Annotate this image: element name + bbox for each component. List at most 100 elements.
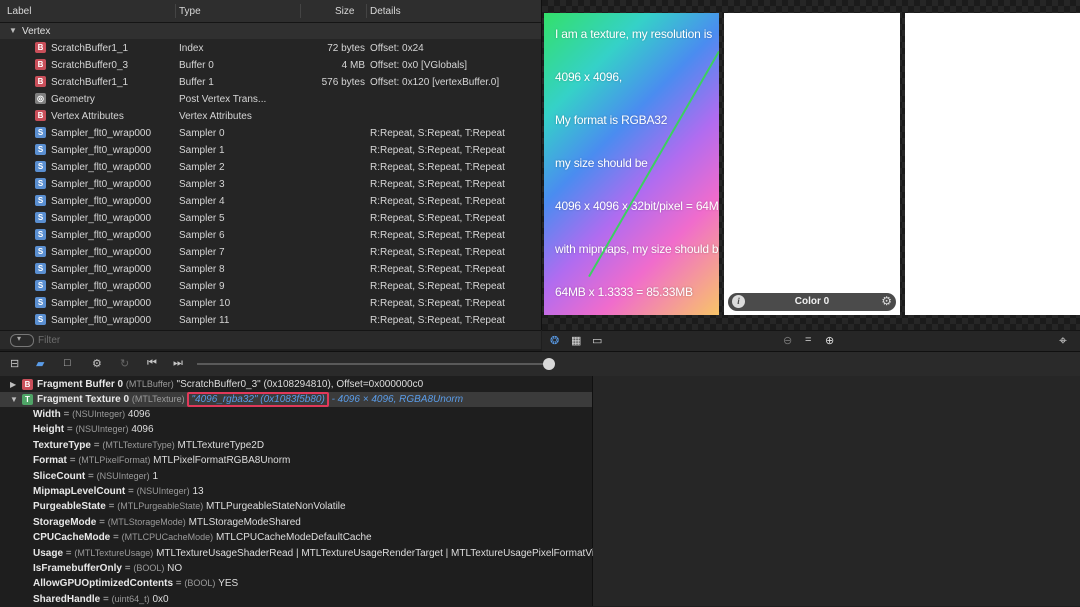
row-size: 4 MB — [341, 60, 365, 71]
slider-knob[interactable] — [543, 358, 555, 370]
property-value: MTLPurgeableStateNonVolatile — [206, 501, 346, 513]
property-row[interactable]: AllowGPUOptimizedContents = (BOOL) YES — [0, 576, 592, 591]
breakpoint-icon[interactable]: ▰ — [36, 357, 44, 370]
buffer-icon: B — [35, 59, 46, 70]
texture-text: with mipmaps, my size should be — [555, 242, 719, 256]
resource-table: Label Type Size Details ▼ Vertex B Scratc… — [0, 0, 542, 349]
property-row[interactable]: Format = (MTLPixelFormat) MTLPixelFormat… — [0, 453, 592, 468]
row-details: R:Repeat, S:Repeat, T:Repeat — [370, 315, 505, 326]
row-label: Sampler_flt0_wrap000 — [51, 298, 152, 309]
table-row[interactable]: S Sampler_flt0_wrap000 Sampler 1 R:Repeat, … — [0, 142, 541, 159]
row-type: Sampler 2 — [179, 162, 225, 173]
row-type: Index — [179, 43, 204, 54]
gpu-icon[interactable]: ⚙ — [92, 357, 102, 370]
table-header: Label Type Size Details — [0, 0, 541, 23]
sampler-icon: S — [35, 314, 46, 325]
attachment-thumbnail[interactable] — [905, 13, 1080, 315]
property-row[interactable]: CPUCacheMode = (MTLCPUCacheMode) MTLCPUC… — [0, 530, 592, 545]
window-icon[interactable]: □ — [64, 357, 71, 369]
table-row[interactable]: S Sampler_flt0_wrap000 Sampler 8 R:Repeat, … — [0, 261, 541, 278]
console-pane — [593, 376, 1080, 606]
texture-viewer: I am a texture, my resolution is 4096 x … — [542, 0, 1080, 330]
property-row[interactable]: TextureType = (MTLTextureType) MTLTextur… — [0, 438, 592, 453]
frame-icon[interactable]: ▭ — [592, 334, 602, 347]
texture-text: 4096 x 4096 x 32bit/pixel = 64MB, — [555, 199, 719, 213]
table-row[interactable]: S Sampler_flt0_wrap000 Sampler 4 R:Repeat, … — [0, 193, 541, 210]
crosshair-icon[interactable]: ⌖ — [1059, 332, 1067, 349]
variable-type: (MTLTexture) — [131, 394, 185, 404]
property-row[interactable]: StorageMode = (MTLStorageMode) MTLStorag… — [0, 515, 592, 530]
table-row[interactable]: S Sampler_flt0_wrap000 Sampler 9 R:Repeat, … — [0, 278, 541, 295]
row-type: Buffer 1 — [179, 77, 214, 88]
property-row[interactable]: Height = (NSUInteger) 4096 — [0, 422, 592, 437]
property-name: SharedHandle — [33, 593, 101, 605]
property-row[interactable]: PurgeableState = (MTLPurgeableState) MTL… — [0, 499, 592, 514]
table-row[interactable]: B ScratchBuffer1_1 Buffer 1 576 bytes Offset… — [0, 74, 541, 91]
row-label: Sampler_flt0_wrap000 — [51, 162, 152, 173]
property-row[interactable]: SliceCount = (NSUInteger) 1 — [0, 469, 592, 484]
texture-text: I am a texture, my resolution is — [555, 27, 712, 41]
table-row[interactable]: S Sampler_flt0_wrap000 Sampler 5 R:Repeat, … — [0, 210, 541, 227]
step-back-icon[interactable]: ⏮ — [147, 357, 157, 370]
reload-icon[interactable]: ↻ — [120, 357, 129, 370]
zoom-in-icon[interactable]: ⊕ — [825, 334, 834, 347]
column-divider[interactable] — [300, 4, 301, 18]
column-header-details[interactable]: Details — [370, 6, 401, 17]
texture-label-highlight[interactable]: "4096_rgba32" (0x1083f5b80) — [187, 392, 329, 407]
gear-icon[interactable]: ⚙ — [881, 294, 892, 308]
table-row[interactable]: S Sampler_flt0_wrap000 Sampler 3 R:Repeat, … — [0, 176, 541, 193]
disclosure-triangle-icon[interactable]: ▼ — [9, 26, 17, 35]
hide-debug-area-icon[interactable]: ⊟ — [10, 357, 19, 370]
disclosure-triangle-icon[interactable]: ▼ — [10, 395, 18, 404]
texture-preview[interactable]: I am a texture, my resolution is 4096 x … — [544, 13, 719, 315]
property-value: MTLPixelFormatRGBA8Unorm — [153, 455, 291, 467]
filter-options-icon[interactable]: ▾ — [10, 334, 34, 347]
sampler-icon: S — [35, 195, 46, 206]
variable-row-fragment-texture[interactable]: ▼ T Fragment Texture 0 (MTLTexture) "409… — [0, 392, 592, 407]
property-row[interactable]: SharedHandle = (uint64_t) 0x0 — [0, 592, 592, 607]
group-row-vertex[interactable]: ▼ Vertex — [0, 23, 541, 39]
column-divider[interactable] — [366, 4, 367, 18]
draw-call-slider[interactable] — [197, 363, 547, 365]
table-row[interactable]: B Vertex Attributes Vertex Attributes — [0, 108, 541, 125]
table-row[interactable]: S Sampler_flt0_wrap000 Sampler 0 R:Repeat, … — [0, 125, 541, 142]
disclosure-triangle-icon[interactable]: ▶ — [10, 380, 16, 389]
table-row[interactable]: S Sampler_flt0_wrap000 Sampler 6 R:Repeat, … — [0, 227, 541, 244]
filter-input[interactable]: Filter — [38, 335, 60, 346]
column-divider[interactable] — [175, 4, 176, 18]
table-row[interactable]: S Sampler_flt0_wrap000 Sampler 2 R:Repeat, … — [0, 159, 541, 176]
step-forward-icon[interactable]: ⏭ — [173, 357, 183, 370]
table-row[interactable]: S Sampler_flt0_wrap000 Sampler 10 R:Repeat,… — [0, 295, 541, 312]
aperture-icon[interactable]: ❂ — [550, 334, 559, 347]
texture-text: my size should be — [555, 156, 648, 170]
table-row[interactable]: B ScratchBuffer0_3 Buffer 0 4 MB Offset: 0x0… — [0, 57, 541, 74]
row-type: Sampler 6 — [179, 230, 225, 241]
property-row[interactable]: Usage = (MTLTextureUsage) MTLTextureUsag… — [0, 546, 602, 561]
table-row[interactable]: B ScratchBuffer1_1 Index 72 bytes Offset: 0x… — [0, 40, 541, 57]
property-row[interactable]: Width = (NSUInteger) 4096 — [0, 407, 592, 422]
table-row[interactable]: ◎ Geometry Post Vertex Trans... — [0, 91, 541, 108]
color-attachment-thumbnail[interactable]: i Color 0 ⚙ — [724, 13, 900, 315]
attachment-name: Color 0 — [794, 296, 830, 307]
texture-text: My format is RGBA32 — [555, 113, 668, 127]
property-row[interactable]: IsFramebufferOnly = (BOOL) NO — [0, 561, 592, 576]
zoom-out-icon[interactable]: ⊖ — [783, 334, 792, 347]
row-label: Sampler_flt0_wrap000 — [51, 213, 152, 224]
row-details: R:Repeat, S:Repeat, T:Repeat — [370, 264, 505, 275]
column-header-label[interactable]: Label — [7, 6, 31, 17]
variable-row-fragment-buffer[interactable]: ▶ B Fragment Buffer 0 (MTLBuffer) "Scrat… — [0, 377, 592, 392]
zoom-fit-icon[interactable]: = — [805, 334, 811, 346]
table-row[interactable]: S Sampler_flt0_wrap000 Sampler 11 R:Repeat,… — [0, 312, 541, 329]
property-type: (BOOL) — [184, 578, 216, 589]
texture-text: 64MB x 1.3333 = 85.33MB — [555, 285, 693, 299]
column-header-type[interactable]: Type — [179, 6, 201, 17]
property-row[interactable]: MipmapLevelCount = (NSUInteger) 13 — [0, 484, 592, 499]
property-value: YES — [218, 578, 239, 590]
column-header-size[interactable]: Size — [335, 6, 354, 17]
row-type: Sampler 7 — [179, 247, 225, 258]
row-type: Sampler 10 — [179, 298, 231, 309]
clapper-icon[interactable]: ▦ — [571, 334, 581, 347]
table-row[interactable]: S Sampler_flt0_wrap000 Sampler 7 R:Repeat, … — [0, 244, 541, 261]
row-label: ScratchBuffer1_1 — [51, 77, 129, 88]
row-label: Sampler_flt0_wrap000 — [51, 281, 152, 292]
